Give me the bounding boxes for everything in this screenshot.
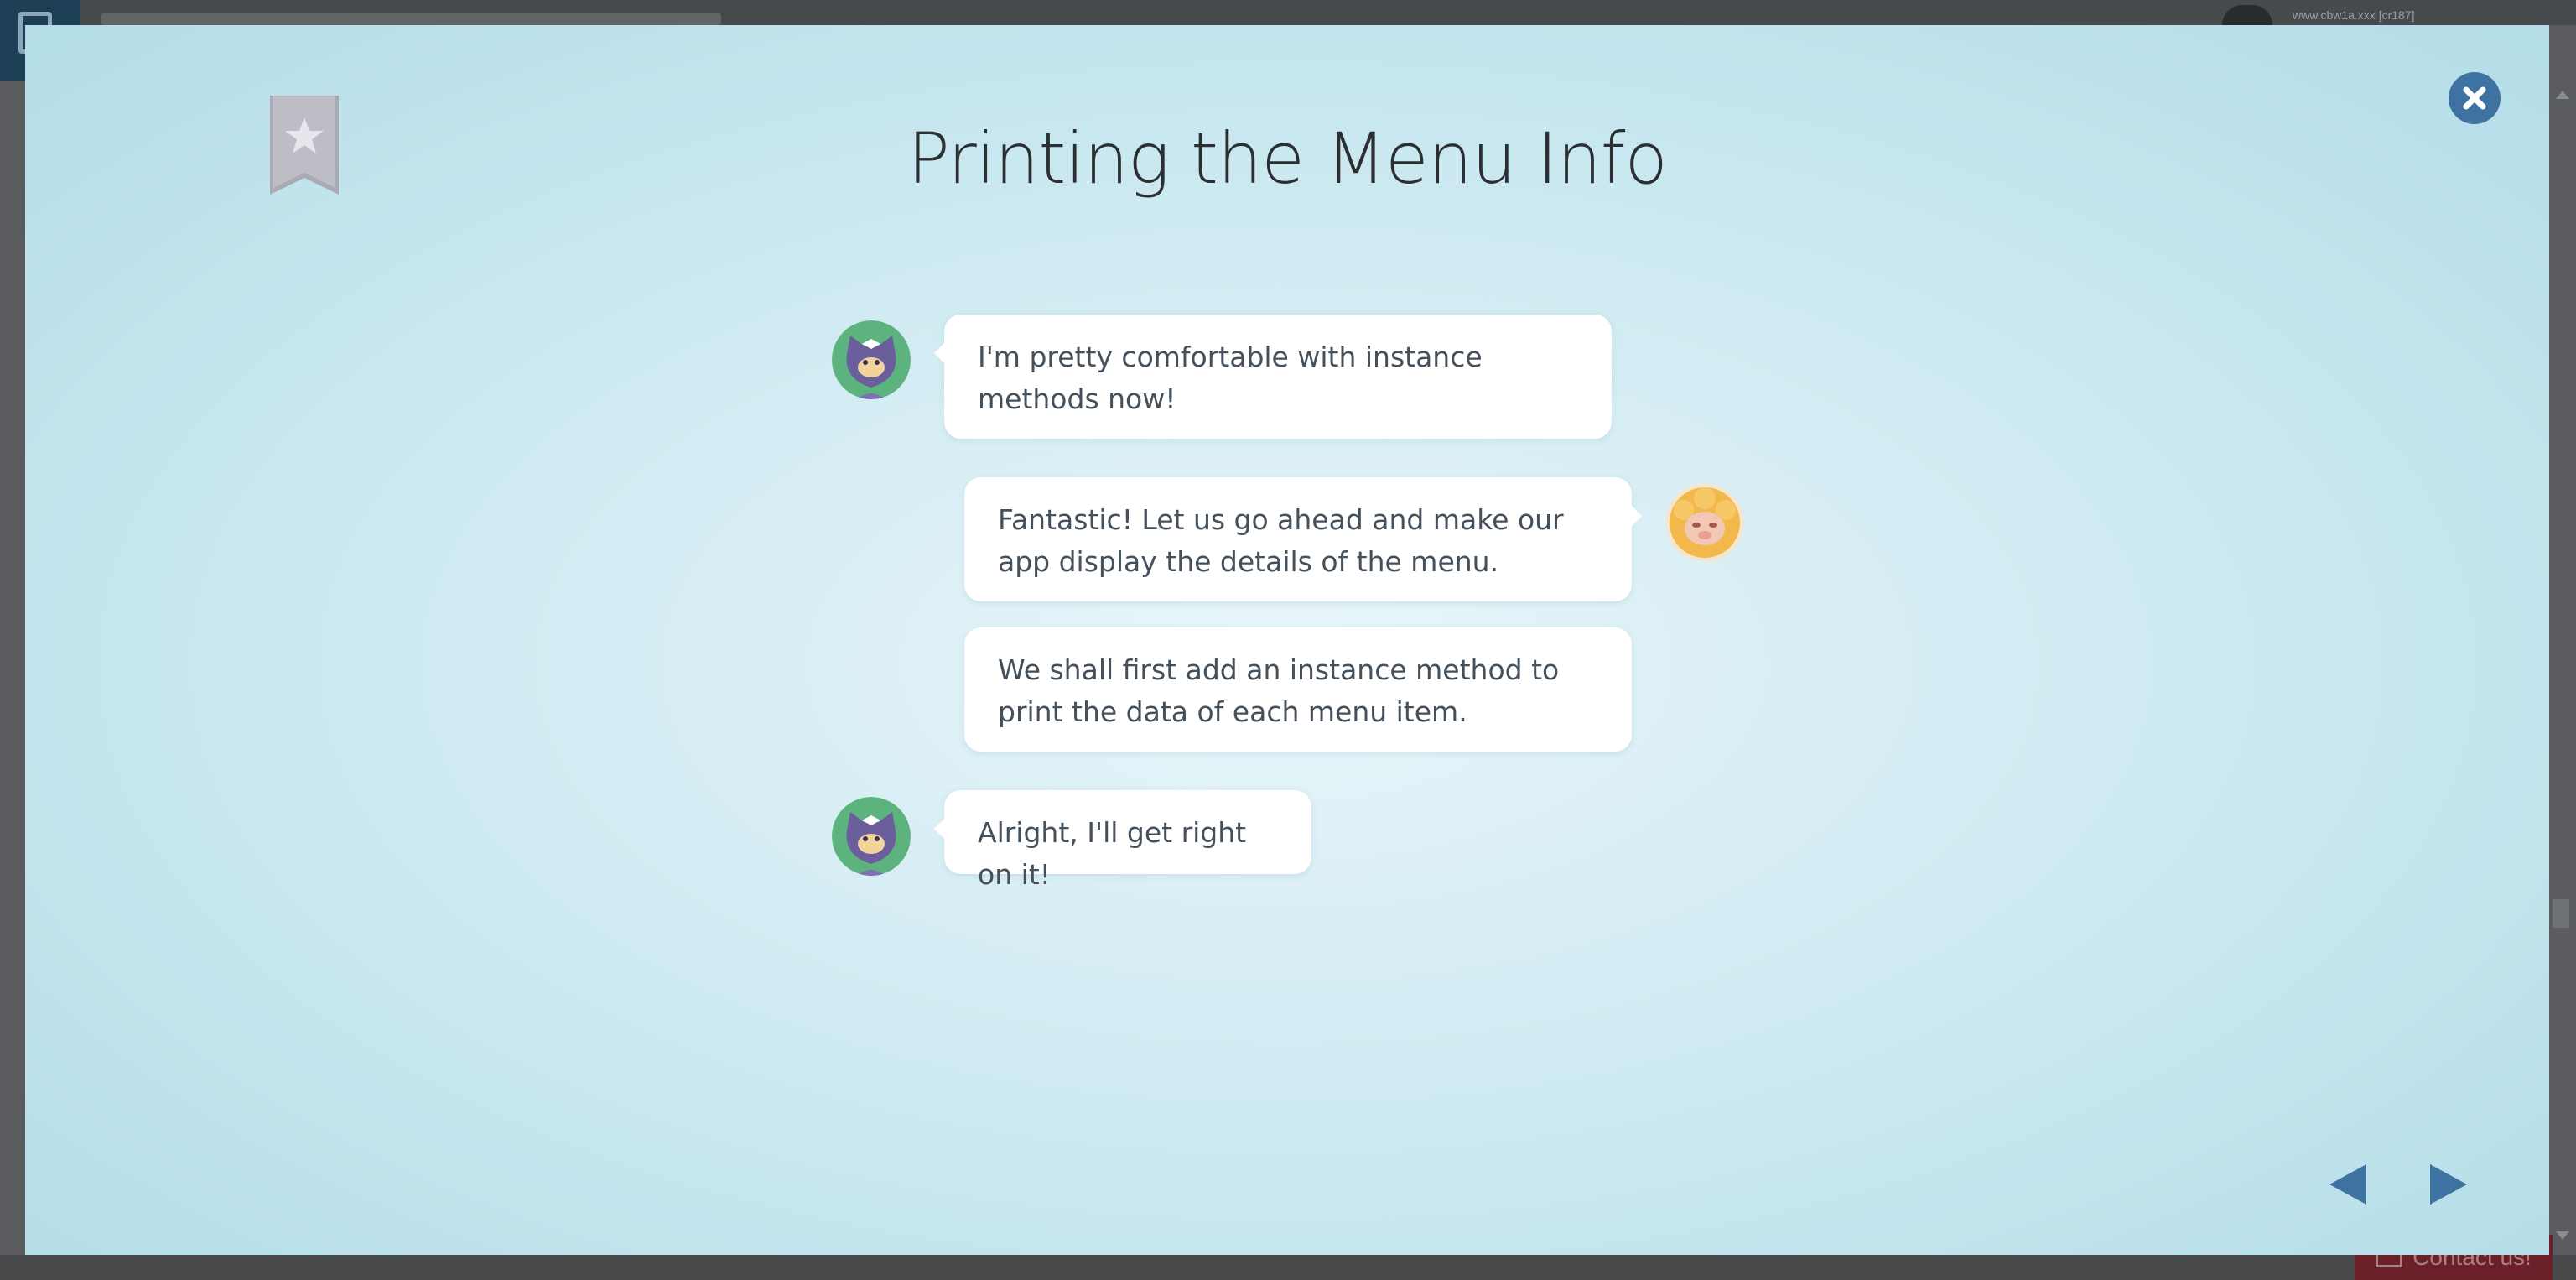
lesson-modal: Printing the Menu Info I'm pretty comfor…: [25, 25, 2549, 1255]
chat-bubble-3: We shall first add an instance method to…: [964, 627, 1632, 752]
previous-button[interactable]: [2328, 1163, 2368, 1206]
chat-bubble-1: I'm pretty comfortable with instance met…: [934, 315, 1612, 439]
next-button[interactable]: [2428, 1163, 2469, 1206]
page-title: Printing the Menu Info: [907, 117, 1668, 200]
sheep-avatar: [1665, 483, 1744, 562]
background-bottom-bar: [0, 1255, 2576, 1280]
background-search-bar: [101, 13, 721, 25]
triangle-right-icon: [2430, 1164, 2467, 1205]
scroll-down-arrow-icon: [2556, 1231, 2569, 1240]
triangle-left-icon: [2329, 1164, 2366, 1205]
chat-message-text: We shall first add an instance method to…: [998, 653, 1560, 728]
chat-bubble-4: Alright, I'll get right on it!: [934, 790, 1311, 891]
username-label: www.cbw1a.xxx [cr187]: [2293, 8, 2415, 22]
close-icon: [2463, 86, 2486, 110]
cat-avatar: [832, 797, 911, 876]
chat-message-text: Alright, I'll get right on it!: [978, 816, 1247, 891]
chat-message-text: Fantastic! Let us go ahead and make our …: [998, 503, 1564, 578]
scrollbar-thumb: [2553, 899, 2569, 928]
chat-message-text: I'm pretty comfortable with instance met…: [978, 341, 1483, 415]
close-button[interactable]: [2449, 72, 2501, 124]
chat-bubble-2: Fantastic! Let us go ahead and make our …: [964, 477, 1642, 601]
scroll-up-arrow-icon: [2556, 91, 2569, 99]
cat-avatar: [832, 320, 911, 399]
